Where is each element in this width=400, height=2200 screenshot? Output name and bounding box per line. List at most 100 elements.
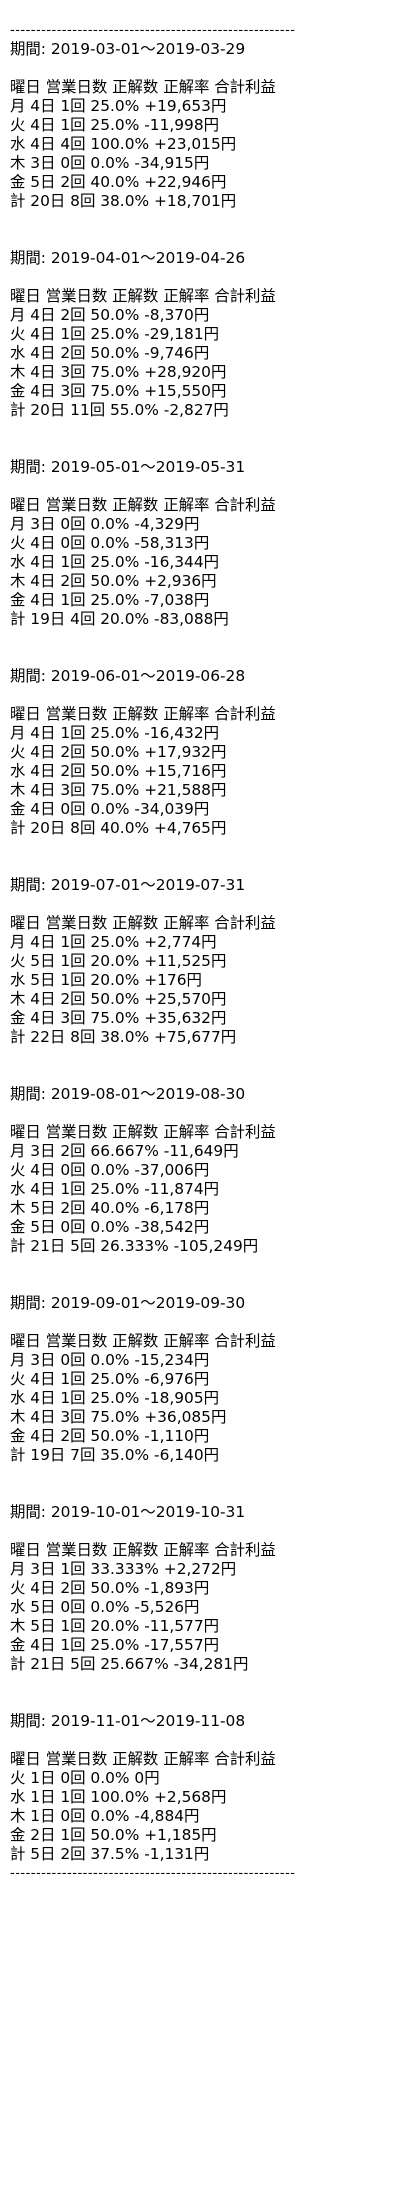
weekday-row: 水 4日 1回 25.0% -16,344円 [10,553,220,571]
total-row: 計 19日 7回 35.0% -6,140円 [10,1446,220,1464]
total-row: 計 5日 2回 37.5% -1,131円 [10,1845,210,1863]
weekday-row: 金 4日 0回 0.0% -34,039円 [10,800,210,818]
weekday-row: 火 4日 2回 50.0% +17,932円 [10,743,227,761]
period-label: 期間: 2019-04-01～2019-04-26 [10,249,246,267]
period-block: 期間: 2019-07-01～2019-07-31 曜日 営業日数 正解数 正解率… [10,876,390,1085]
weekday-row: 水 1日 1回 100.0% +2,568円 [10,1788,227,1806]
period-label: 期間: 2019-03-01～2019-03-29 [10,40,246,58]
period-label: 期間: 2019-11-01～2019-11-08 [10,1712,246,1730]
total-row: 計 20日 8回 40.0% +4,765円 [10,819,227,837]
weekday-row: 水 4日 2回 50.0% -9,746円 [10,344,210,362]
weekday-row: 金 5日 0回 0.0% -38,542円 [10,1218,210,1236]
weekday-row: 月 3日 0回 0.0% -4,329円 [10,515,200,533]
period-block: 期間: 2019-11-01～2019-11-08 曜日 営業日数 正解数 正解率… [10,1712,390,1864]
weekday-row: 木 4日 3回 75.0% +21,588円 [10,781,227,799]
weekday-row: 月 3日 1回 33.333% +2,272円 [10,1560,237,1578]
weekday-row: 月 4日 1回 25.0% +2,774円 [10,933,217,951]
weekday-row: 金 4日 1回 25.0% -7,038円 [10,591,210,609]
weekday-row: 金 5日 2回 40.0% +22,946円 [10,173,227,191]
period-label: 期間: 2019-07-01～2019-07-31 [10,876,246,894]
weekday-row: 木 3日 0回 0.0% -34,915円 [10,154,210,172]
period-label: 期間: 2019-06-01～2019-06-28 [10,667,246,685]
weekday-row: 金 4日 3回 75.0% +15,550円 [10,382,227,400]
weekday-row: 月 3日 2回 66.667% -11,649円 [10,1142,239,1160]
block-gap [10,1256,390,1294]
weekday-row: 水 4日 1回 25.0% -11,874円 [10,1180,220,1198]
period-label: 期間: 2019-09-01～2019-09-30 [10,1294,246,1312]
period-block: 期間: 2019-05-01～2019-05-31 曜日 営業日数 正解数 正解率… [10,458,390,667]
weekday-row: 木 5日 2回 40.0% -6,178円 [10,1199,210,1217]
table-header: 曜日 営業日数 正解数 正解率 合計利益 [10,78,276,96]
weekday-row: 水 5日 0回 0.0% -5,526円 [10,1598,200,1616]
period-block: 期間: 2019-06-01～2019-06-28 曜日 営業日数 正解数 正解率… [10,667,390,876]
total-row: 計 19日 4回 20.0% -83,088円 [10,610,229,628]
block-gap [10,629,390,667]
total-row: 計 21日 5回 25.667% -34,281円 [10,1655,249,1673]
period-label: 期間: 2019-10-01～2019-10-31 [10,1503,246,1521]
weekday-row: 月 3日 0回 0.0% -15,234円 [10,1351,210,1369]
total-row: 計 21日 5回 26.333% -105,249円 [10,1237,259,1255]
weekday-row: 木 4日 3回 75.0% +28,920円 [10,363,227,381]
weekday-row: 月 4日 1回 25.0% -16,432円 [10,724,220,742]
top-divider: ----------------------------------------… [10,23,296,38]
block-gap [10,420,390,458]
block-gap [10,1047,390,1085]
block-gap [10,838,390,876]
period-block: 期間: 2019-03-01～2019-03-29 曜日 営業日数 正解数 正解率… [10,40,390,249]
weekday-row: 火 4日 1回 25.0% -29,181円 [10,325,220,343]
weekday-row: 火 4日 2回 50.0% -1,893円 [10,1579,210,1597]
table-header: 曜日 営業日数 正解数 正解率 合計利益 [10,1332,276,1350]
weekday-row: 木 1日 0回 0.0% -4,884円 [10,1807,200,1825]
weekday-row: 金 4日 1回 25.0% -17,557円 [10,1636,220,1654]
weekday-row: 木 4日 2回 50.0% +25,570円 [10,990,227,1008]
table-header: 曜日 営業日数 正解数 正解率 合計利益 [10,287,276,305]
period-block: 期間: 2019-09-01～2019-09-30 曜日 営業日数 正解数 正解率… [10,1294,390,1503]
total-row: 計 20日 11回 55.0% -2,827円 [10,401,229,419]
weekday-row: 水 4日 4回 100.0% +23,015円 [10,135,237,153]
period-blocks: 期間: 2019-03-01～2019-03-29 曜日 営業日数 正解数 正解率… [10,40,390,1864]
weekday-row: 月 4日 2回 50.0% -8,370円 [10,306,210,324]
weekday-row: 水 5日 1回 20.0% +176円 [10,971,202,989]
weekday-row: 火 4日 0回 0.0% -37,006円 [10,1161,210,1179]
weekday-row: 金 4日 3回 75.0% +35,632円 [10,1009,227,1027]
weekday-row: 水 4日 1回 25.0% -18,905円 [10,1389,220,1407]
table-header: 曜日 営業日数 正解数 正解率 合計利益 [10,1123,276,1141]
weekday-row: 水 4日 2回 50.0% +15,716円 [10,762,227,780]
period-block: 期間: 2019-10-01～2019-10-31 曜日 営業日数 正解数 正解率… [10,1503,390,1712]
weekday-row: 火 1日 0回 0.0% 0円 [10,1769,160,1787]
period-label: 期間: 2019-08-01～2019-08-30 [10,1085,246,1103]
total-row: 計 22日 8回 38.0% +75,677円 [10,1028,237,1046]
block-gap [10,1674,390,1712]
period-label: 期間: 2019-05-01～2019-05-31 [10,458,246,476]
weekday-row: 金 4日 2回 50.0% -1,110円 [10,1427,210,1445]
weekday-row: 月 4日 1回 25.0% +19,653円 [10,97,227,115]
period-block: 期間: 2019-08-01～2019-08-30 曜日 営業日数 正解数 正解率… [10,1085,390,1294]
bottom-divider: ----------------------------------------… [10,1866,296,1881]
block-gap [10,1465,390,1503]
weekday-row: 火 4日 1回 25.0% -11,998円 [10,116,220,134]
weekday-row: 火 4日 0回 0.0% -58,313円 [10,534,210,552]
table-header: 曜日 営業日数 正解数 正解率 合計利益 [10,496,276,514]
weekday-row: 木 4日 2回 50.0% +2,936円 [10,572,217,590]
weekday-row: 木 5日 1回 20.0% -11,577円 [10,1617,220,1635]
table-header: 曜日 営業日数 正解数 正解率 合計利益 [10,1541,276,1559]
period-block: 期間: 2019-04-01～2019-04-26 曜日 営業日数 正解数 正解率… [10,249,390,458]
weekday-row: 火 4日 1回 25.0% -6,976円 [10,1370,210,1388]
block-gap [10,211,390,249]
table-header: 曜日 営業日数 正解数 正解率 合計利益 [10,914,276,932]
report-document: ----------------------------------------… [10,21,390,1883]
weekday-row: 金 2日 1回 50.0% +1,185円 [10,1826,217,1844]
total-row: 計 20日 8回 38.0% +18,701円 [10,192,237,210]
weekday-row: 木 4日 3回 75.0% +36,085円 [10,1408,227,1426]
table-header: 曜日 営業日数 正解数 正解率 合計利益 [10,705,276,723]
table-header: 曜日 営業日数 正解数 正解率 合計利益 [10,1750,276,1768]
